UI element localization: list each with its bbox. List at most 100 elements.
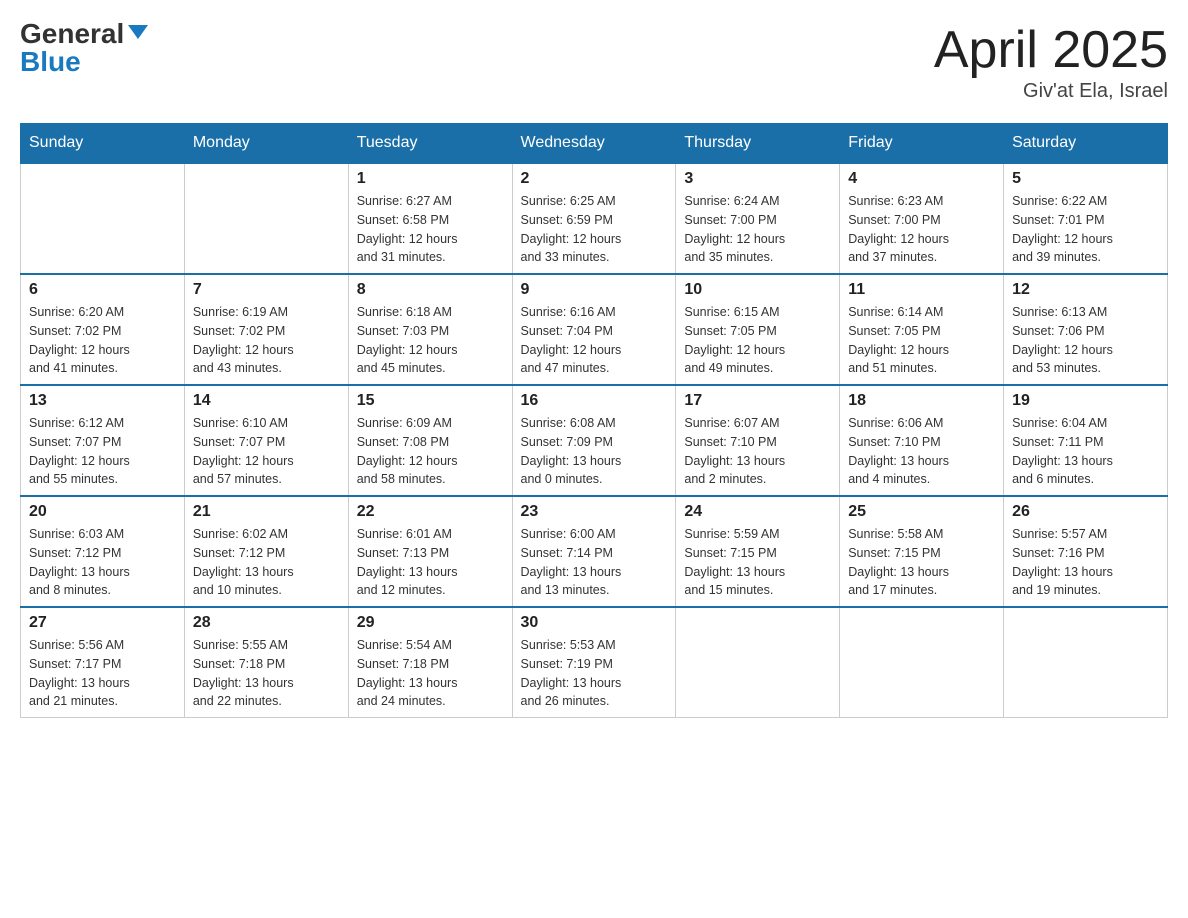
- day-info: Sunrise: 6:16 AMSunset: 7:04 PMDaylight:…: [521, 303, 668, 378]
- calendar-day-cell: 22 Sunrise: 6:01 AMSunset: 7:13 PMDayligh…: [348, 496, 512, 607]
- day-number: 15: [357, 392, 504, 410]
- calendar-day-cell: 10 Sunrise: 6:15 AMSunset: 7:05 PMDayligh…: [676, 274, 840, 385]
- day-number: 25: [848, 503, 995, 521]
- day-number: 19: [1012, 392, 1159, 410]
- calendar-day-cell: 17Sunrise: 6:07 AMSunset: 7:10 PMDayligh…: [676, 385, 840, 496]
- day-info: Sunrise: 6:08 AMSunset: 7:09 PMDaylight:…: [521, 414, 668, 489]
- day-info: Sunrise: 5:54 AMSunset: 7:18 PMDaylight:…: [357, 636, 504, 711]
- day-number: 9: [521, 281, 668, 299]
- day-number: 27: [29, 614, 176, 632]
- day-info: Sunrise: 6:24 AMSunset: 7:00 PMDaylight:…: [684, 192, 831, 267]
- day-info: Sunrise: 5:57 AMSunset: 7:16 PMDaylight:…: [1012, 525, 1159, 600]
- weekday-header-row: SundayMondayTuesdayWednesdayThursdayFrid…: [21, 124, 1168, 164]
- day-number: 30: [521, 614, 668, 632]
- logo-blue-text: Blue: [20, 48, 81, 76]
- page-header: General Blue April 2025 Giv'at Ela, Isra…: [20, 20, 1168, 103]
- day-info: Sunrise: 6:02 AMSunset: 7:12 PMDaylight:…: [193, 525, 340, 600]
- day-number: 10: [684, 281, 831, 299]
- calendar-day-cell: 12 Sunrise: 6:13 AMSunset: 7:06 PMDayligh…: [1004, 274, 1168, 385]
- day-info: Sunrise: 5:56 AMSunset: 7:17 PMDaylight:…: [29, 636, 176, 711]
- calendar-day-cell: 20 Sunrise: 6:03 AMSunset: 7:12 PMDayligh…: [21, 496, 185, 607]
- calendar-day-cell: 3 Sunrise: 6:24 AMSunset: 7:00 PMDaylight…: [676, 163, 840, 274]
- calendar-week-row: 13 Sunrise: 6:12 AMSunset: 7:07 PMDayligh…: [21, 385, 1168, 496]
- weekday-header-friday: Friday: [840, 124, 1004, 164]
- calendar-day-cell: 11Sunrise: 6:14 AMSunset: 7:05 PMDayligh…: [840, 274, 1004, 385]
- calendar-day-cell: 25 Sunrise: 5:58 AMSunset: 7:15 PMDayligh…: [840, 496, 1004, 607]
- day-info: Sunrise: 5:59 AMSunset: 7:15 PMDaylight:…: [684, 525, 831, 600]
- day-info: Sunrise: 6:20 AMSunset: 7:02 PMDaylight:…: [29, 303, 176, 378]
- calendar-day-cell: 27 Sunrise: 5:56 AMSunset: 7:17 PMDayligh…: [21, 607, 185, 718]
- weekday-header-tuesday: Tuesday: [348, 124, 512, 164]
- calendar-day-cell: [1004, 607, 1168, 718]
- day-info: Sunrise: 6:10 AMSunset: 7:07 PMDaylight:…: [193, 414, 340, 489]
- day-info: Sunrise: 6:23 AMSunset: 7:00 PMDaylight:…: [848, 192, 995, 267]
- day-info: Sunrise: 6:13 AMSunset: 7:06 PMDaylight:…: [1012, 303, 1159, 378]
- calendar-day-cell: 6 Sunrise: 6:20 AMSunset: 7:02 PMDaylight…: [21, 274, 185, 385]
- day-number: 1: [357, 170, 504, 188]
- calendar-week-row: 1 Sunrise: 6:27 AMSunset: 6:58 PMDaylight…: [21, 163, 1168, 274]
- weekday-header-wednesday: Wednesday: [512, 124, 676, 164]
- calendar-day-cell: [21, 163, 185, 274]
- calendar-day-cell: 23 Sunrise: 6:00 AMSunset: 7:14 PMDayligh…: [512, 496, 676, 607]
- day-number: 13: [29, 392, 176, 410]
- day-info: Sunrise: 6:12 AMSunset: 7:07 PMDaylight:…: [29, 414, 176, 489]
- calendar-day-cell: 15 Sunrise: 6:09 AMSunset: 7:08 PMDayligh…: [348, 385, 512, 496]
- calendar-day-cell: 9 Sunrise: 6:16 AMSunset: 7:04 PMDaylight…: [512, 274, 676, 385]
- day-number: 3: [684, 170, 831, 188]
- day-info: Sunrise: 6:22 AMSunset: 7:01 PMDaylight:…: [1012, 192, 1159, 267]
- calendar-day-cell: 16 Sunrise: 6:08 AMSunset: 7:09 PMDayligh…: [512, 385, 676, 496]
- calendar-day-cell: 7Sunrise: 6:19 AMSunset: 7:02 PMDaylight…: [184, 274, 348, 385]
- day-number: 29: [357, 614, 504, 632]
- day-info: Sunrise: 6:06 AMSunset: 7:10 PMDaylight:…: [848, 414, 995, 489]
- calendar-day-cell: 18 Sunrise: 6:06 AMSunset: 7:10 PMDayligh…: [840, 385, 1004, 496]
- calendar-day-cell: 13 Sunrise: 6:12 AMSunset: 7:07 PMDayligh…: [21, 385, 185, 496]
- day-info: Sunrise: 6:00 AMSunset: 7:14 PMDaylight:…: [521, 525, 668, 600]
- day-number: 12: [1012, 281, 1159, 299]
- logo-triangle-icon: [128, 25, 148, 39]
- weekday-header-monday: Monday: [184, 124, 348, 164]
- calendar-day-cell: 24Sunrise: 5:59 AMSunset: 7:15 PMDayligh…: [676, 496, 840, 607]
- calendar-day-cell: 26Sunrise: 5:57 AMSunset: 7:16 PMDayligh…: [1004, 496, 1168, 607]
- day-info: Sunrise: 6:03 AMSunset: 7:12 PMDaylight:…: [29, 525, 176, 600]
- calendar-day-cell: 14 Sunrise: 6:10 AMSunset: 7:07 PMDayligh…: [184, 385, 348, 496]
- calendar-day-cell: 21 Sunrise: 6:02 AMSunset: 7:12 PMDayligh…: [184, 496, 348, 607]
- day-info: Sunrise: 6:14 AMSunset: 7:05 PMDaylight:…: [848, 303, 995, 378]
- day-info: Sunrise: 5:55 AMSunset: 7:18 PMDaylight:…: [193, 636, 340, 711]
- location-subtitle: Giv'at Ela, Israel: [934, 80, 1168, 103]
- logo-general-text: General: [20, 20, 124, 48]
- day-number: 4: [848, 170, 995, 188]
- weekday-header-saturday: Saturday: [1004, 124, 1168, 164]
- day-number: 8: [357, 281, 504, 299]
- day-number: 6: [29, 281, 176, 299]
- calendar-day-cell: 29 Sunrise: 5:54 AMSunset: 7:18 PMDayligh…: [348, 607, 512, 718]
- day-info: Sunrise: 6:27 AMSunset: 6:58 PMDaylight:…: [357, 192, 504, 267]
- calendar-table: SundayMondayTuesdayWednesdayThursdayFrid…: [20, 123, 1168, 718]
- title-block: April 2025 Giv'at Ela, Israel: [934, 20, 1168, 103]
- day-number: 14: [193, 392, 340, 410]
- month-year-title: April 2025: [934, 20, 1168, 80]
- day-number: 20: [29, 503, 176, 521]
- day-number: 21: [193, 503, 340, 521]
- day-number: 16: [521, 392, 668, 410]
- calendar-day-cell: 4 Sunrise: 6:23 AMSunset: 7:00 PMDaylight…: [840, 163, 1004, 274]
- day-info: Sunrise: 6:01 AMSunset: 7:13 PMDaylight:…: [357, 525, 504, 600]
- day-number: 28: [193, 614, 340, 632]
- calendar-day-cell: 8Sunrise: 6:18 AMSunset: 7:03 PMDaylight…: [348, 274, 512, 385]
- day-number: 7: [193, 281, 340, 299]
- day-number: 22: [357, 503, 504, 521]
- calendar-day-cell: 1 Sunrise: 6:27 AMSunset: 6:58 PMDaylight…: [348, 163, 512, 274]
- logo: General Blue: [20, 20, 148, 76]
- day-info: Sunrise: 6:04 AMSunset: 7:11 PMDaylight:…: [1012, 414, 1159, 489]
- day-info: Sunrise: 6:09 AMSunset: 7:08 PMDaylight:…: [357, 414, 504, 489]
- day-info: Sunrise: 5:58 AMSunset: 7:15 PMDaylight:…: [848, 525, 995, 600]
- calendar-day-cell: 5Sunrise: 6:22 AMSunset: 7:01 PMDaylight…: [1004, 163, 1168, 274]
- day-number: 2: [521, 170, 668, 188]
- day-info: Sunrise: 6:07 AMSunset: 7:10 PMDaylight:…: [684, 414, 831, 489]
- calendar-week-row: 27 Sunrise: 5:56 AMSunset: 7:17 PMDayligh…: [21, 607, 1168, 718]
- day-number: 18: [848, 392, 995, 410]
- weekday-header-thursday: Thursday: [676, 124, 840, 164]
- calendar-day-cell: [840, 607, 1004, 718]
- calendar-day-cell: 30Sunrise: 5:53 AMSunset: 7:19 PMDayligh…: [512, 607, 676, 718]
- day-info: Sunrise: 6:15 AMSunset: 7:05 PMDaylight:…: [684, 303, 831, 378]
- day-number: 23: [521, 503, 668, 521]
